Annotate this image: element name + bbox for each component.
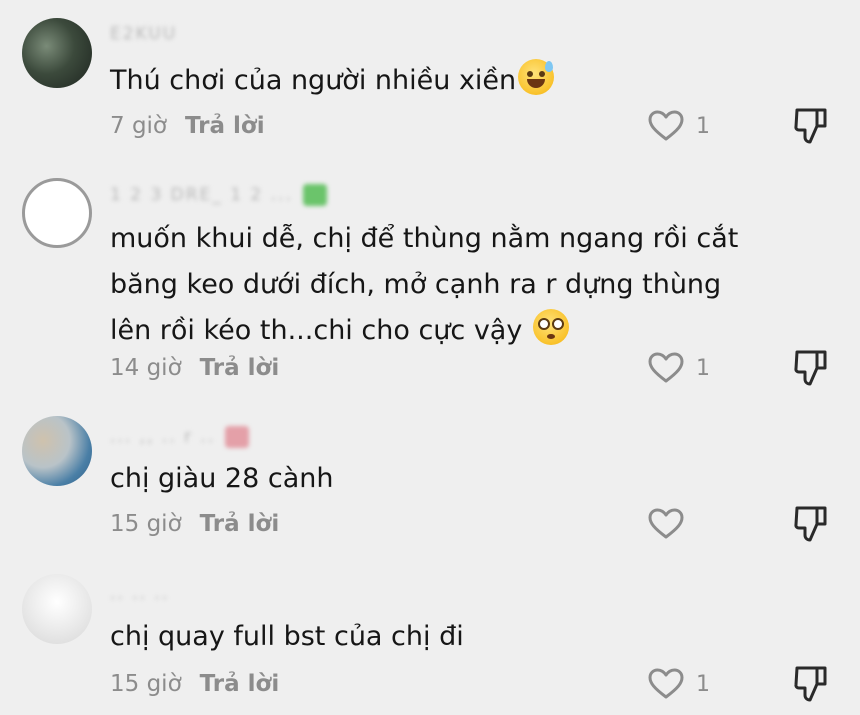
heart-icon <box>648 668 684 699</box>
avatar[interactable] <box>22 18 92 88</box>
dislike-icon[interactable] <box>792 664 830 704</box>
avatar[interactable] <box>22 416 92 486</box>
reply-button[interactable]: Trả lời <box>200 671 280 697</box>
like-button[interactable]: 1 <box>648 106 710 146</box>
avatar[interactable] <box>22 574 92 644</box>
heart-icon <box>648 508 684 539</box>
dislike-icon[interactable] <box>792 106 830 146</box>
like-count: 1 <box>696 113 710 139</box>
username[interactable]: ... ,, .. r .. <box>110 426 250 448</box>
avatar[interactable] <box>22 178 92 248</box>
username[interactable]: 1 2 3 DRE_ 1 2 ... <box>110 184 327 206</box>
comment-meta: 15 giờ Trả lời <box>110 510 279 538</box>
dislike-icon[interactable] <box>792 504 830 544</box>
like-count: 1 <box>696 671 710 697</box>
comment-meta: 14 giờ Trả lời <box>110 354 279 382</box>
comment-text-line: Thú chơi của người nhiều xiền <box>110 65 517 96</box>
username[interactable]: E2KUU <box>110 24 177 46</box>
sweat-smile-emoji <box>518 59 555 95</box>
comment-meta: 15 giờ Trả lời <box>110 670 279 698</box>
reply-button[interactable]: Trả lời <box>200 511 280 537</box>
comment-time: 7 giờ <box>110 113 168 139</box>
username[interactable]: .. .. .. <box>110 584 169 606</box>
comment-text: muốn khui dễ, chị để thùng nằm ngang rồi… <box>110 216 770 354</box>
flushed-face-emoji <box>532 309 569 345</box>
comment-time: 14 giờ <box>110 355 182 381</box>
reply-button[interactable]: Trả lời <box>200 355 280 381</box>
comment-text: chị giàu 28 cành <box>110 456 770 502</box>
comment-text: Thú chơi của người nhiều xiền <box>110 58 770 104</box>
comment-text-line: băng keo dưới đích, mở cạnh ra r dựng th… <box>110 269 722 300</box>
reply-button[interactable]: Trả lời <box>185 113 265 139</box>
comment-text-line: chị quay full bst của chị đi <box>110 621 464 652</box>
heart-icon <box>648 110 684 141</box>
comment-time: 15 giờ <box>110 511 182 537</box>
comment-text-line: chị giàu 28 cành <box>110 463 334 494</box>
like-button[interactable] <box>648 504 696 544</box>
comment-text: chị quay full bst của chị đi <box>110 614 770 660</box>
like-count: 1 <box>696 355 710 381</box>
like-button[interactable]: 1 <box>648 348 710 388</box>
heart-icon <box>648 352 684 383</box>
like-button[interactable]: 1 <box>648 664 710 704</box>
comment-time: 15 giờ <box>110 671 182 697</box>
dislike-icon[interactable] <box>792 348 830 388</box>
comment-meta: 7 giờ Trả lời <box>110 112 265 140</box>
comment-text-line: muốn khui dễ, chị để thùng nằm ngang rồi… <box>110 223 739 254</box>
